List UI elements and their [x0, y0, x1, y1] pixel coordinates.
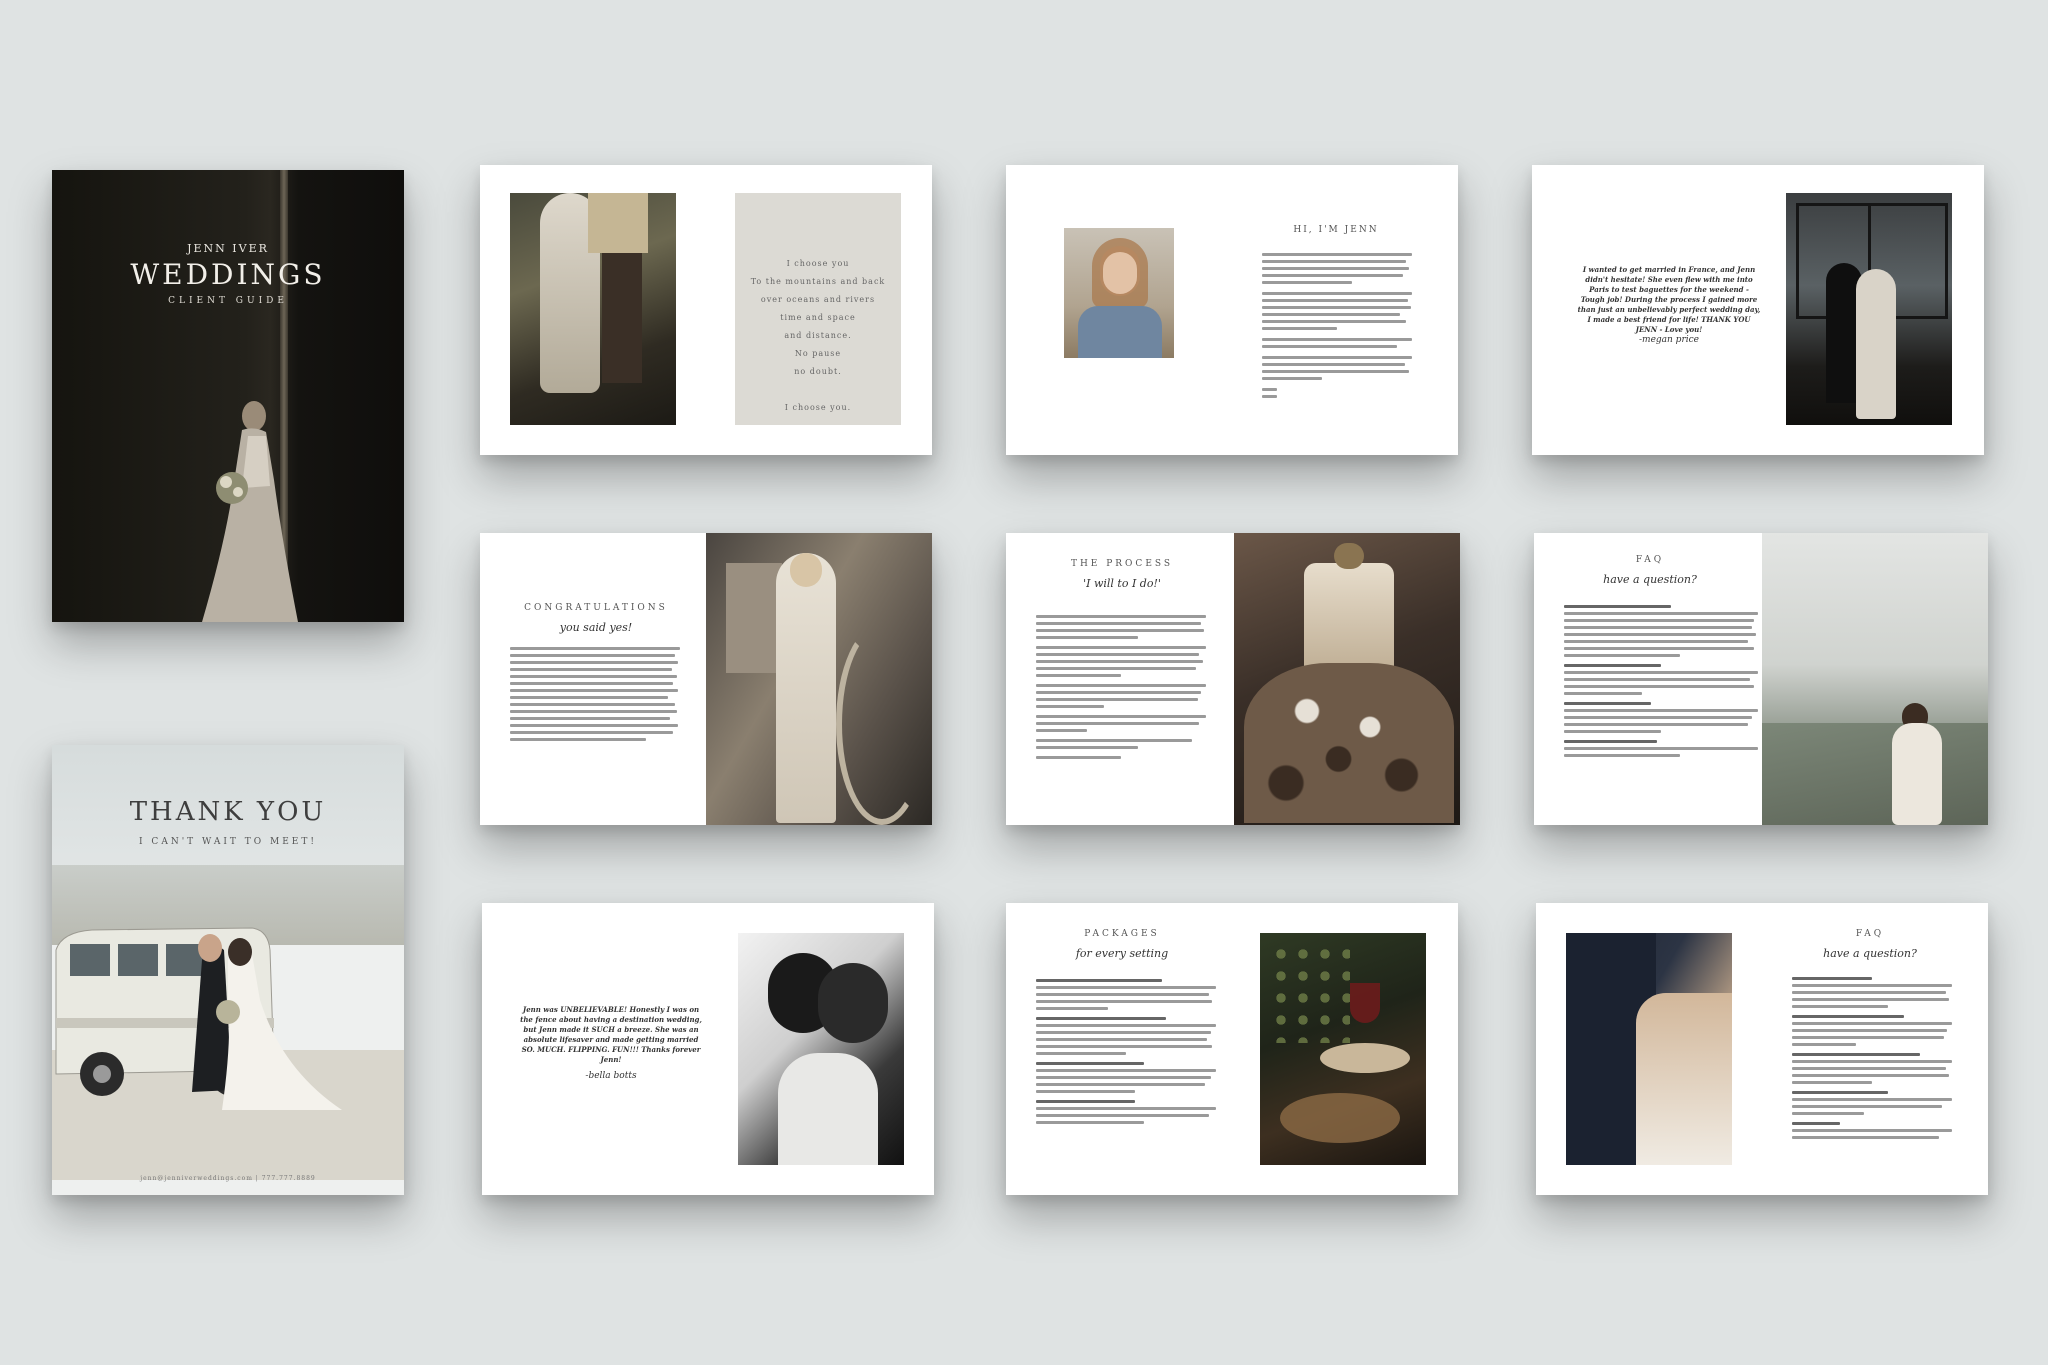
spread-testimonial-1: I wanted to get married in France, and J… — [1532, 165, 1984, 455]
spread-congratulations: CONGRATULATIONS you said yes! — [480, 533, 932, 825]
poem-line: over oceans and rivers — [760, 295, 876, 304]
congrats-title: CONGRATULATIONS — [524, 603, 668, 613]
packages-title: PACKAGES — [1084, 929, 1160, 939]
couple-lace-photo — [1566, 933, 1732, 1165]
spread-packages: PACKAGES for every setting — [1006, 903, 1458, 1195]
spread-faq-1: FAQ have a question? — [1534, 533, 1988, 825]
about-title: HI, I'M JENN — [1293, 225, 1379, 235]
testimonial-1-quote: I wanted to get married in France, and J… — [1577, 265, 1761, 334]
poem-line: and distance. — [784, 331, 852, 340]
dinner-table-photo — [1260, 933, 1426, 1165]
wedding-cake-photo — [1234, 533, 1460, 825]
cover-title: WEDDINGS — [130, 258, 326, 291]
process-body — [1036, 615, 1206, 763]
embrace-bw-photo — [738, 933, 904, 1165]
cover-page: JENN IVER WEDDINGS CLIENT GUIDE — [52, 170, 404, 622]
process-title: THE PROCESS — [1070, 559, 1174, 569]
thank-you-subtitle: I CAN'T WAIT TO MEET! — [139, 837, 317, 847]
poem-line: no doubt. — [794, 367, 842, 376]
couple-beach-photo — [510, 193, 676, 425]
testimonial-1-signature: -megan price — [1639, 335, 1699, 345]
couple-window-photo — [1786, 193, 1952, 425]
poem-line — [735, 381, 901, 399]
thank-you-page: THANK YOU I CAN'T WAIT TO MEET! jenn@jen… — [52, 745, 404, 1195]
faq-1-script: have a question? — [1603, 573, 1697, 586]
faq-1-title: FAQ — [1635, 555, 1665, 565]
poem-line: No pause — [794, 349, 842, 358]
congrats-body — [510, 647, 680, 745]
bride-staircase-photo — [706, 533, 932, 825]
couple-van-photo — [52, 927, 404, 1180]
packages-script: for every setting — [1075, 947, 1169, 960]
cover-subtitle: CLIENT GUIDE — [168, 296, 288, 306]
spread-poem: I choose you To the mountains and back ove… — [480, 165, 932, 455]
testimonial-2-signature: -bella botts — [585, 1071, 637, 1081]
bride-mountain-photo — [1762, 533, 1988, 825]
poem-line: To the mountains and back — [750, 277, 886, 286]
poem-line: I choose you. — [784, 403, 852, 412]
portrait-photo — [1064, 228, 1174, 358]
poem-line: time and space — [780, 313, 856, 322]
spread-process: THE PROCESS 'I will to I do!' — [1006, 533, 1460, 825]
thank-you-contact: jenn@jenniverweddings.com | 777.777.8889 — [140, 1175, 316, 1182]
process-script: 'I will to I do!' — [1083, 577, 1161, 590]
spread-about: HI, I'M JENN — [1006, 165, 1458, 455]
faq-1-body — [1564, 605, 1758, 761]
faq-2-title: FAQ — [1855, 929, 1885, 939]
spread-testimonial-2: Jenn was UNBELIEVABLE! Honestly I was on… — [482, 903, 934, 1195]
about-body — [1262, 253, 1412, 402]
thank-you-title: THANK YOU — [129, 797, 327, 827]
cover-name: JENN IVER — [187, 242, 269, 255]
faq-2-script: have a question? — [1823, 947, 1917, 960]
packages-body — [1036, 979, 1216, 1128]
spread-faq-2: FAQ have a question? — [1536, 903, 1988, 1195]
poem-line: I choose you — [786, 259, 850, 268]
testimonial-2-quote: Jenn was UNBELIEVABLE! Honestly I was on… — [520, 1005, 702, 1064]
congrats-script: you said yes! — [559, 621, 633, 634]
poem-text: I choose you To the mountains and back ove… — [735, 255, 901, 417]
faq-2-body — [1792, 977, 1952, 1143]
poem-card: I choose you To the mountains and back ove… — [735, 193, 901, 425]
bride-photo — [202, 401, 298, 622]
